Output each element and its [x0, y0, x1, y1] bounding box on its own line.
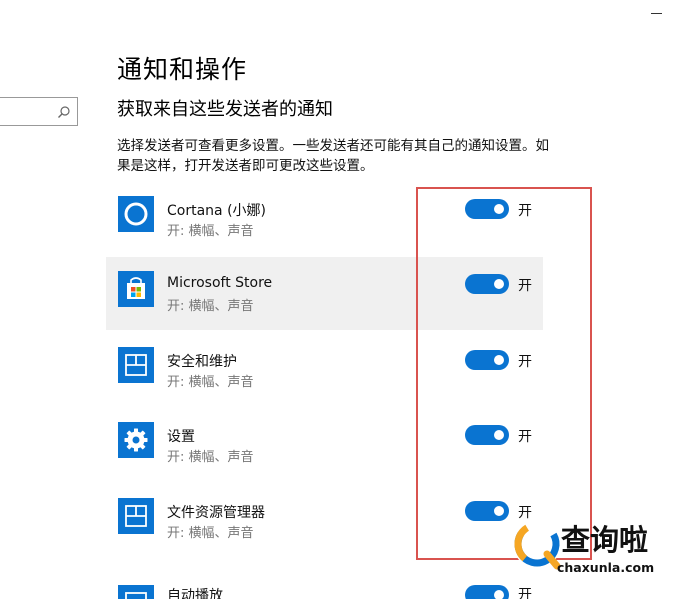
toggle-state-label: 开 — [518, 203, 532, 219]
sender-name: 安全和维护 — [167, 354, 237, 370]
gear-icon — [118, 422, 154, 458]
notification-toggle-security-maintenance[interactable] — [465, 350, 509, 370]
minimize-icon — [650, 12, 662, 14]
sender-status: 开: 横幅、声音 — [167, 375, 254, 390]
toggle-state-label: 开 — [518, 278, 532, 294]
sender-row-settings[interactable]: 设置 开: 横幅、声音 开 — [106, 408, 543, 481]
sender-status: 开: 横幅、声音 — [167, 299, 254, 314]
app-window-icon — [118, 347, 154, 383]
sender-name: Cortana (小娜) — [167, 203, 266, 219]
sender-name: Microsoft Store — [167, 275, 273, 291]
toggle-state-label: 开 — [518, 354, 532, 370]
sender-row-microsoft-store[interactable]: Microsoft Store 开: 横幅、声音 开 — [106, 257, 543, 330]
notification-toggle-settings[interactable] — [465, 425, 509, 445]
app-window-icon — [118, 498, 154, 534]
cortana-icon — [118, 196, 154, 232]
notification-toggle-microsoft-store[interactable] — [465, 274, 509, 294]
sender-row-autoplay[interactable]: 自动播放 开 — [106, 582, 543, 599]
sender-name: 设置 — [167, 429, 195, 445]
sender-row-security-maintenance[interactable]: 安全和维护 开: 横幅、声音 开 — [106, 333, 543, 406]
sender-name: 自动播放 — [167, 588, 223, 599]
page-title: 通知和操作 — [117, 55, 248, 84]
section-description: 选择发送者可查看更多设置。一些发送者还可能有其自己的通知设置。如果是这样，打开发… — [117, 138, 549, 174]
minimize-button[interactable] — [648, 6, 664, 20]
toggle-state-label: 开 — [518, 429, 532, 445]
notification-toggle-autoplay[interactable] — [465, 585, 509, 599]
store-icon — [118, 271, 154, 307]
section-title: 获取来自这些发送者的通知 — [117, 99, 333, 120]
watermark-logo: 查询啦 chaxunla.com — [513, 520, 654, 575]
sender-row-cortana[interactable]: Cortana (小娜) 开: 横幅、声音 开 — [106, 182, 543, 255]
watermark-domain: chaxunla.com — [557, 560, 654, 575]
search-box[interactable] — [0, 97, 78, 126]
notification-toggle-cortana[interactable] — [465, 199, 509, 219]
watermark-brand: 查询啦 — [561, 523, 648, 557]
search-icon[interactable] — [57, 105, 71, 119]
sender-name: 文件资源管理器 — [167, 505, 265, 521]
sender-status: 开: 横幅、声音 — [167, 526, 254, 541]
sender-status: 开: 横幅、声音 — [167, 224, 254, 239]
app-window-icon — [118, 585, 154, 599]
search-input[interactable] — [1, 100, 53, 123]
toggle-state-label: 开 — [518, 587, 532, 599]
sender-status: 开: 横幅、声音 — [167, 450, 254, 465]
sender-row-file-explorer[interactable]: 文件资源管理器 开: 横幅、声音 开 — [106, 484, 543, 557]
